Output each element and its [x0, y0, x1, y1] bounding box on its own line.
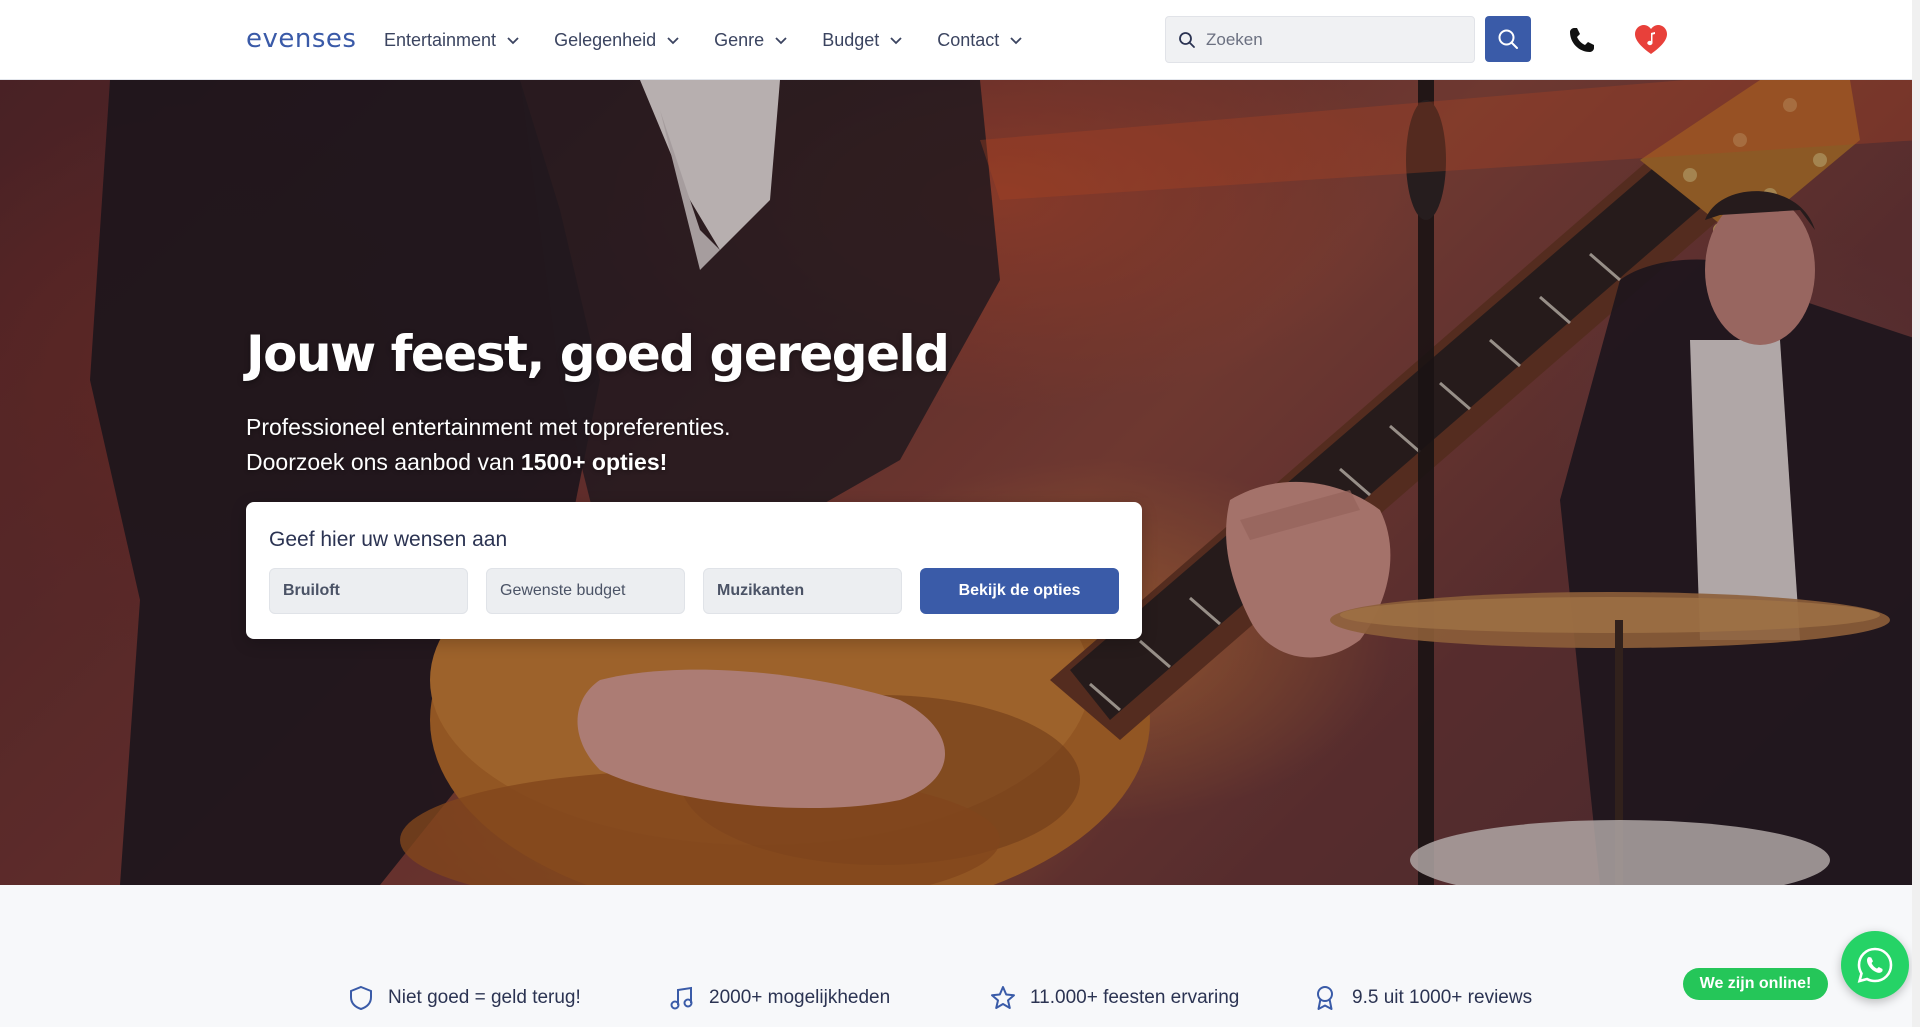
- chevron-down-icon: [890, 37, 902, 45]
- hero-section: Jouw feest, goed geregeld Professioneel …: [0, 80, 1920, 885]
- view-options-button[interactable]: Bekijk de opties: [920, 568, 1119, 614]
- feature-money-back: Niet goed = geld terug!: [348, 985, 581, 1011]
- options-count: 1500+ opties!: [520, 449, 668, 475]
- hero-subtitle: Professioneel entertainment met toprefer…: [246, 410, 731, 480]
- feature-label: Niet goed = geld terug!: [388, 987, 581, 1008]
- star-icon: [991, 986, 1015, 1009]
- music-note-icon: [670, 986, 693, 1010]
- nav-contact[interactable]: Contact: [937, 20, 1023, 60]
- nav-entertainment[interactable]: Entertainment: [384, 20, 520, 60]
- favorites-heart-icon[interactable]: [1634, 24, 1668, 56]
- features-bar: Niet goed = geld terug! 2000+ mogelijkhe…: [0, 885, 1920, 1027]
- hero-subtitle-line1: Professioneel entertainment met toprefer…: [246, 414, 731, 440]
- nav-budget[interactable]: Budget: [822, 20, 903, 60]
- feature-label: 2000+ mogelijkheden: [709, 987, 891, 1008]
- nav-label: Entertainment: [384, 29, 497, 50]
- nav-label: Budget: [822, 29, 880, 50]
- feature-label: 9.5 uit 1000+ reviews: [1352, 987, 1533, 1008]
- nav-label: Gelegenheid: [554, 29, 657, 50]
- hero-subtitle-line2: Doorzoek ons aanbod van 1500+ opties!: [246, 449, 668, 475]
- award-icon: [1317, 986, 1333, 1010]
- logo[interactable]: evenses: [246, 22, 356, 56]
- scrollbar[interactable]: [1912, 0, 1920, 1027]
- whatsapp-chat-button[interactable]: [1841, 931, 1909, 999]
- whatsapp-icon: [1857, 947, 1893, 983]
- search-field: [1165, 16, 1475, 63]
- chevron-down-icon: [1010, 37, 1022, 45]
- hero-overlay: [0, 80, 1920, 885]
- search-input[interactable]: [1206, 29, 1456, 50]
- feature-reviews: 9.5 uit 1000+ reviews: [1312, 985, 1532, 1011]
- feature-possibilities: 2000+ mogelijkheden: [669, 985, 890, 1011]
- wish-form-title: Geef hier uw wensen aan: [269, 528, 508, 551]
- search-button[interactable]: [1485, 16, 1531, 62]
- chevron-down-icon: [667, 37, 679, 45]
- nav-label: Genre: [714, 29, 765, 50]
- feature-label: 11.000+ feesten ervaring: [1030, 987, 1240, 1008]
- shield-icon: [350, 985, 372, 1011]
- chevron-down-icon: [775, 37, 787, 45]
- nav-gelegenheid[interactable]: Gelegenheid: [554, 20, 680, 60]
- phone-icon[interactable]: [1568, 26, 1596, 54]
- search-icon: [1498, 29, 1518, 49]
- nav-label: Contact: [937, 29, 1000, 50]
- feature-experience: 11.000+ feesten ervaring: [990, 985, 1239, 1011]
- site-header: evenses Entertainment Gelegenheid Genre …: [0, 0, 1920, 80]
- chevron-down-icon: [507, 37, 519, 45]
- main-nav: Entertainment Gelegenheid Genre Budget C…: [384, 20, 1057, 60]
- budget-select[interactable]: Gewenste budget: [486, 568, 685, 614]
- nav-genre[interactable]: Genre: [714, 20, 788, 60]
- occasion-select[interactable]: Bruiloft: [269, 568, 468, 614]
- category-select[interactable]: Muzikanten: [703, 568, 902, 614]
- hero-title: Jouw feest, goed geregeld: [246, 325, 950, 383]
- online-status-badge[interactable]: We zijn online!: [1683, 968, 1828, 1000]
- wish-form: Geef hier uw wensen aan Bruiloft Gewenst…: [246, 502, 1142, 639]
- search-icon: [1179, 31, 1195, 48]
